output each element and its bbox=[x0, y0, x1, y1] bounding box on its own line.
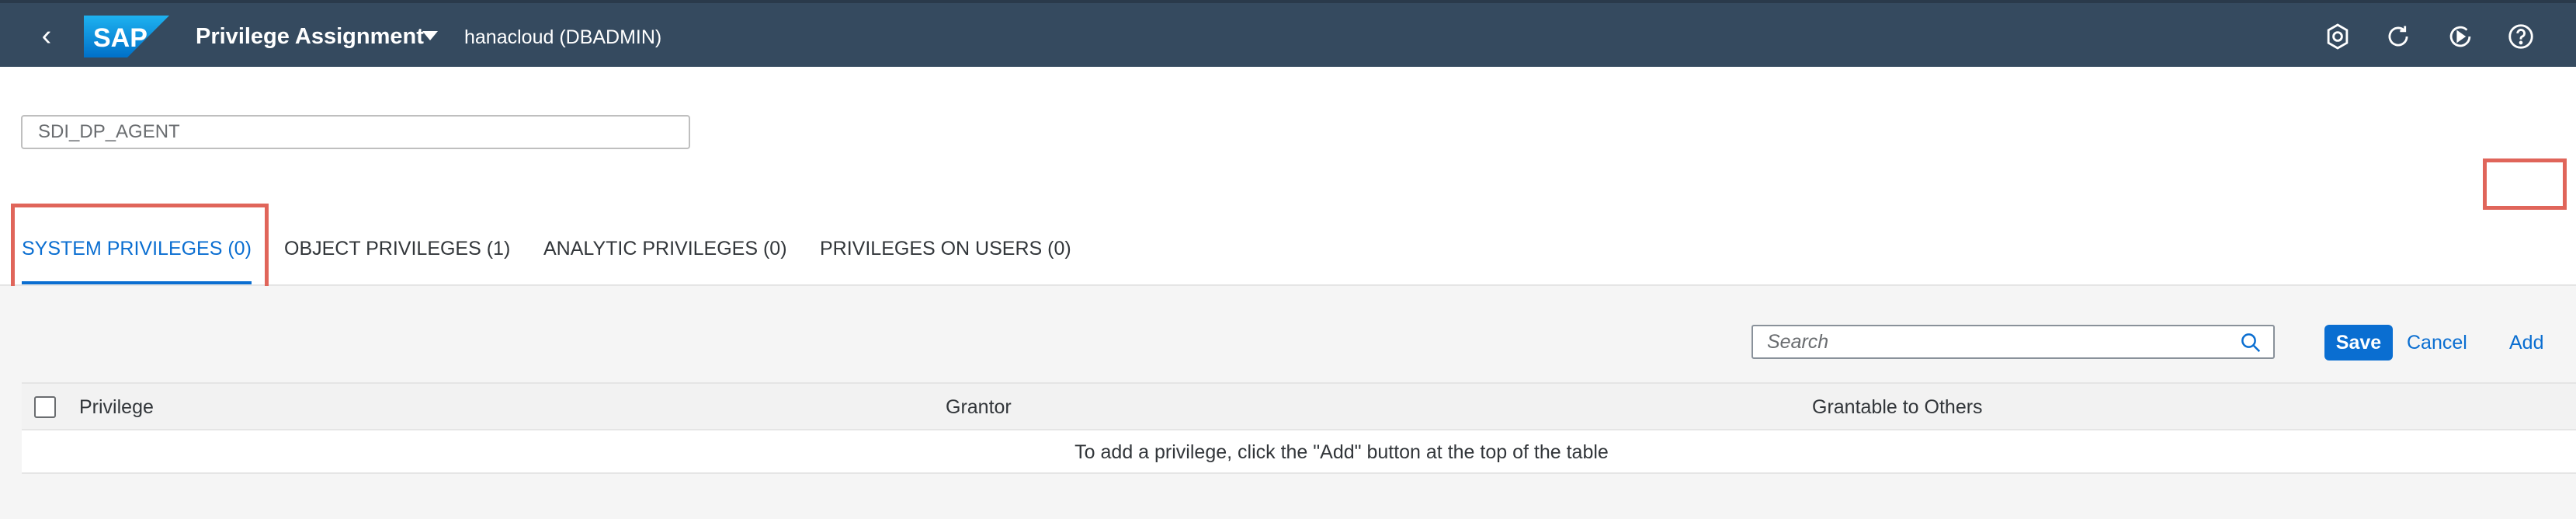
search-input[interactable] bbox=[1753, 326, 2219, 357]
shell-bar: ‹ SAP Privilege Assignment hanacloud (DB… bbox=[0, 0, 2576, 67]
svg-text:SAP: SAP bbox=[93, 23, 148, 53]
settings-icon[interactable] bbox=[2323, 22, 2352, 51]
column-privilege[interactable]: Privilege bbox=[79, 384, 154, 430]
object-name-field[interactable]: SDI_DP_AGENT bbox=[21, 115, 690, 149]
help-icon[interactable] bbox=[2506, 22, 2536, 51]
sap-logo: SAP bbox=[84, 16, 169, 57]
tab-privileges-on-users[interactable]: PRIVILEGES ON USERS (0) bbox=[820, 219, 1071, 284]
empty-table-message: To add a privilege, click the "Add" butt… bbox=[1074, 441, 1609, 463]
add-button[interactable]: Add bbox=[2509, 325, 2543, 361]
app-title[interactable]: Privilege Assignment bbox=[196, 22, 424, 51]
back-icon[interactable]: ‹ bbox=[31, 19, 62, 54]
privileges-table: Privilege Grantor Grantable to Others To… bbox=[22, 382, 2576, 474]
main-content: SDI_DP_AGENT SYSTEM PRIVILEGES (0) OBJEC… bbox=[0, 67, 2576, 519]
tab-object-privileges[interactable]: OBJECT PRIVILEGES (1) bbox=[284, 219, 510, 284]
empty-row: To add a privilege, click the "Add" butt… bbox=[22, 430, 2576, 474]
refresh-icon[interactable] bbox=[2383, 22, 2413, 51]
title-dropdown-icon[interactable] bbox=[422, 31, 438, 40]
run-icon[interactable] bbox=[2446, 22, 2475, 51]
save-button[interactable]: Save bbox=[2324, 325, 2393, 361]
tab-bar: SYSTEM PRIVILEGES (0) OBJECT PRIVILEGES … bbox=[0, 219, 2576, 286]
column-grantor[interactable]: Grantor bbox=[946, 384, 1012, 430]
tab-analytic-privileges[interactable]: ANALYTIC PRIVILEGES (0) bbox=[543, 219, 787, 284]
search-icon[interactable] bbox=[2239, 331, 2262, 354]
cancel-button[interactable]: Cancel bbox=[2407, 325, 2467, 361]
tab-system-privileges[interactable]: SYSTEM PRIVILEGES (0) bbox=[22, 219, 252, 284]
table-header: Privilege Grantor Grantable to Others bbox=[22, 382, 2576, 430]
add-highlight-box bbox=[2483, 158, 2567, 210]
column-grantable[interactable]: Grantable to Others bbox=[1812, 384, 1983, 430]
search-box bbox=[1751, 325, 2275, 359]
select-all-checkbox[interactable] bbox=[34, 396, 56, 418]
connection-label: hanacloud (DBADMIN) bbox=[464, 26, 662, 48]
privileges-panel: Save Cancel Add Privilege Grantor Granta… bbox=[0, 286, 2576, 519]
